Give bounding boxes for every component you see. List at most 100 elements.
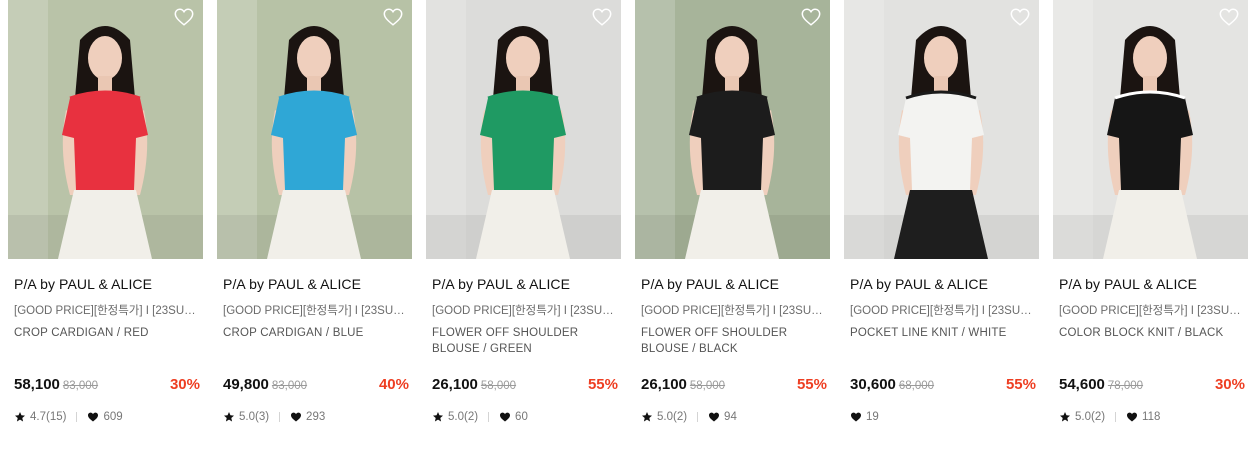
star-icon: [15, 412, 25, 422]
sale-price: 26,100: [641, 376, 687, 393]
product-name[interactable]: FLOWER OFF SHOULDER BLOUSE / BLACK: [641, 325, 829, 357]
product-photo: [426, 0, 621, 259]
original-price: 78,000: [1107, 380, 1144, 392]
product-image[interactable]: [8, 0, 203, 259]
heart-icon: [291, 412, 302, 422]
brand-name[interactable]: P/A by PAUL & ALICE: [850, 276, 988, 292]
product-name[interactable]: CROP CARDIGAN / RED: [14, 325, 202, 341]
product-grid: P/A by PAUL & ALICE [GOOD PRICE][한정특가] I…: [0, 0, 1254, 456]
promo-text[interactable]: [GOOD PRICE][한정특가] I [23SUMMER]: [641, 302, 829, 318]
meta-row: 5.0(2) 118: [1059, 410, 1160, 424]
product-photo: [635, 0, 830, 259]
divider: [697, 412, 699, 422]
price-row: 30,600 68,000 55%: [850, 376, 1036, 394]
wishlist-heart-icon[interactable]: [382, 6, 404, 28]
sale-price: 30,600: [850, 376, 896, 393]
sale-price: 58,100: [14, 376, 60, 393]
price-row: 49,800 83,000 40%: [223, 376, 409, 394]
product-card[interactable]: P/A by PAUL & ALICE [GOOD PRICE][한정특가] I…: [844, 0, 1039, 423]
rating-text: 5.0(2): [657, 411, 688, 423]
brand-name[interactable]: P/A by PAUL & ALICE: [14, 276, 152, 292]
heart-icon: [88, 412, 99, 422]
discount-rate: 40%: [378, 376, 409, 393]
price-row: 26,100 58,000 55%: [641, 376, 827, 394]
divider: [76, 412, 78, 422]
meta-row: 5.0(2) 60: [432, 410, 528, 424]
discount-rate: 55%: [1005, 376, 1036, 393]
wishlist-heart-icon[interactable]: [1009, 6, 1031, 28]
promo-text[interactable]: [GOOD PRICE][한정특가] I [23SUMMER]: [1059, 302, 1247, 318]
original-price: 58,000: [689, 380, 726, 392]
wishlist-heart-icon[interactable]: [800, 6, 822, 28]
promo-text[interactable]: [GOOD PRICE][한정특가] I [23SUMMER]: [432, 302, 620, 318]
rating-text: 5.0(3): [239, 411, 270, 423]
meta-row: 19: [850, 410, 879, 424]
rating-text: 5.0(2): [1075, 411, 1106, 423]
likes-count: 60: [515, 411, 528, 423]
promo-text[interactable]: [GOOD PRICE][한정특가] I [23SUMMER]: [223, 302, 411, 318]
divider: [1115, 412, 1117, 422]
product-image[interactable]: [635, 0, 830, 259]
discount-rate: 30%: [169, 376, 200, 393]
original-price: 68,000: [898, 380, 935, 392]
divider: [279, 412, 281, 422]
divider: [488, 412, 490, 422]
product-photo: [8, 0, 203, 259]
product-card[interactable]: P/A by PAUL & ALICE [GOOD PRICE][한정특가] I…: [8, 0, 203, 423]
brand-name[interactable]: P/A by PAUL & ALICE: [432, 276, 570, 292]
rating-text: 5.0(2): [448, 411, 479, 423]
star-icon: [1060, 412, 1070, 422]
discount-rate: 55%: [796, 376, 827, 393]
product-image[interactable]: [844, 0, 1039, 259]
likes-count: 94: [724, 411, 737, 423]
product-name[interactable]: FLOWER OFF SHOULDER BLOUSE / GREEN: [432, 325, 620, 357]
meta-row: 5.0(2) 94: [641, 410, 737, 424]
brand-name[interactable]: P/A by PAUL & ALICE: [223, 276, 361, 292]
likes-count: 293: [306, 411, 326, 423]
brand-name[interactable]: P/A by PAUL & ALICE: [641, 276, 779, 292]
likes-count: 609: [103, 411, 123, 423]
likes-count: 118: [1142, 411, 1161, 423]
rating-text: 4.7(15): [30, 411, 67, 423]
sale-price: 54,600: [1059, 376, 1105, 393]
product-card[interactable]: P/A by PAUL & ALICE [GOOD PRICE][한정특가] I…: [426, 0, 621, 423]
wishlist-heart-icon[interactable]: [1218, 6, 1240, 28]
product-image[interactable]: [1053, 0, 1248, 259]
product-photo: [844, 0, 1039, 259]
meta-row: 4.7(15) 609: [14, 410, 123, 424]
promo-text[interactable]: [GOOD PRICE][한정특가] I [23SUMMER]: [14, 302, 202, 318]
product-photo: [1053, 0, 1248, 259]
meta-row: 5.0(3) 293: [223, 410, 325, 424]
wishlist-heart-icon[interactable]: [591, 6, 613, 28]
likes-count: 19: [866, 411, 879, 423]
original-price: 83,000: [62, 380, 99, 392]
product-card[interactable]: P/A by PAUL & ALICE [GOOD PRICE][한정특가] I…: [217, 0, 412, 423]
sale-price: 49,800: [223, 376, 269, 393]
product-photo: [217, 0, 412, 259]
price-row: 58,100 83,000 30%: [14, 376, 200, 394]
product-name[interactable]: POCKET LINE KNIT / WHITE: [850, 325, 1038, 341]
product-image[interactable]: [426, 0, 621, 259]
heart-icon: [851, 412, 861, 422]
star-icon: [224, 412, 234, 422]
price-row: 26,100 58,000 55%: [432, 376, 618, 394]
discount-rate: 30%: [1214, 376, 1245, 393]
star-icon: [642, 412, 652, 422]
wishlist-heart-icon[interactable]: [173, 6, 195, 28]
promo-text[interactable]: [GOOD PRICE][한정특가] I [23SUMMER]: [850, 302, 1038, 318]
sale-price: 26,100: [432, 376, 478, 393]
discount-rate: 55%: [587, 376, 618, 393]
product-name[interactable]: COLOR BLOCK KNIT / BLACK: [1059, 325, 1247, 341]
product-card[interactable]: P/A by PAUL & ALICE [GOOD PRICE][한정특가] I…: [1053, 0, 1248, 423]
heart-icon: [709, 412, 720, 422]
product-card[interactable]: P/A by PAUL & ALICE [GOOD PRICE][한정특가] I…: [635, 0, 830, 423]
star-icon: [433, 412, 443, 422]
original-price: 83,000: [271, 380, 308, 392]
product-image[interactable]: [217, 0, 412, 259]
heart-icon: [1127, 412, 1138, 422]
price-row: 54,600 78,000 30%: [1059, 376, 1245, 394]
product-name[interactable]: CROP CARDIGAN / BLUE: [223, 325, 411, 341]
heart-icon: [500, 412, 511, 422]
original-price: 58,000: [480, 380, 517, 392]
brand-name[interactable]: P/A by PAUL & ALICE: [1059, 276, 1197, 292]
